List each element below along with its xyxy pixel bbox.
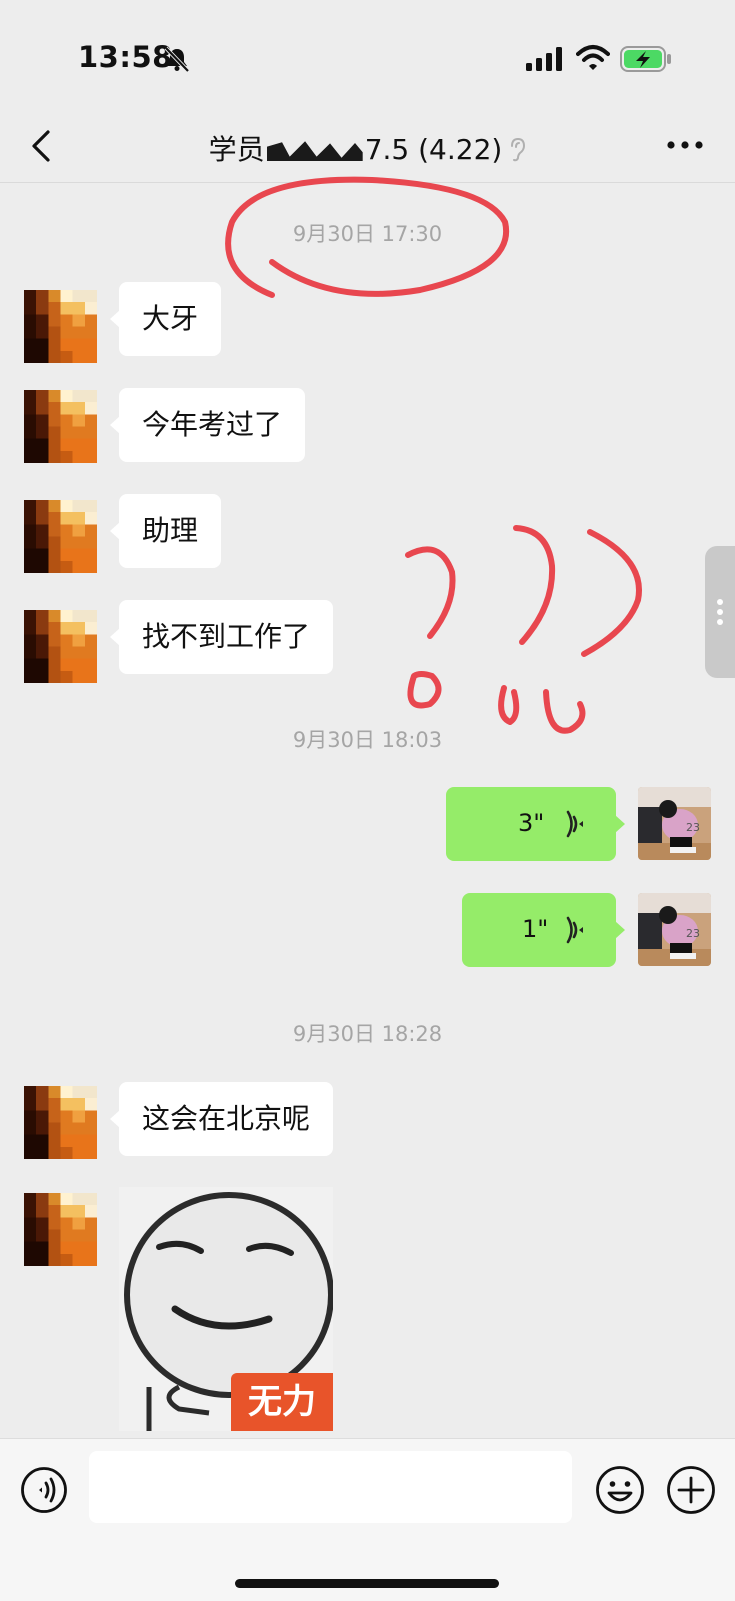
chat-timestamp: 9月30日 17:30 — [292, 222, 443, 246]
side-drawer-handle[interactable] — [705, 546, 735, 678]
handle-dot — [717, 619, 723, 625]
chat-title: 学员 7.5 (4.22) — [0, 128, 735, 168]
chat-title-suffix: 7.5 (4.22) — [364, 133, 503, 166]
chat-header: 学员 7.5 (4.22) — [0, 110, 735, 183]
my-avatar[interactable]: 23 — [638, 787, 711, 860]
contact-avatar[interactable] — [24, 610, 97, 683]
voice-wave-icon — [566, 916, 583, 944]
incoming-message[interactable]: 这会在北京呢 — [109, 1082, 334, 1156]
voice-icon[interactable] — [20, 1466, 68, 1514]
handle-dot — [717, 609, 723, 615]
emoji-icon[interactable] — [595, 1465, 645, 1515]
sticker-message[interactable]: 无力 — [119, 1187, 333, 1431]
voice-duration: 1" — [522, 915, 549, 943]
chat-timestamp: 9月30日 18:03 — [292, 728, 443, 752]
more-icon[interactable] — [665, 138, 705, 152]
contact-avatar[interactable] — [24, 500, 97, 573]
contact-avatar[interactable] — [24, 390, 97, 463]
message-input-bar — [0, 1438, 735, 1601]
wifi-icon — [576, 45, 610, 70]
home-indicator[interactable] — [235, 1579, 499, 1588]
sticker-caption: 无力 — [231, 1373, 333, 1431]
earpiece-icon — [511, 137, 526, 162]
chat-timestamp: 9月30日 18:28 — [292, 1022, 443, 1046]
contact-avatar[interactable] — [24, 1193, 97, 1266]
voice-message[interactable]: 3" — [446, 787, 625, 861]
incoming-message[interactable]: 今年考过了 — [109, 388, 306, 462]
status-bar: 13:58 — [0, 0, 735, 110]
battery-charging-icon — [620, 46, 671, 72]
redaction-mark — [266, 141, 363, 161]
cellular-signal-icon — [526, 47, 562, 71]
bell-muted-icon — [164, 46, 190, 72]
handle-dot — [717, 599, 723, 605]
status-time: 13:58 — [78, 40, 173, 74]
message-input[interactable] — [89, 1451, 572, 1523]
voice-duration: 3" — [518, 809, 545, 837]
contact-avatar[interactable] — [24, 1086, 97, 1159]
svg-text:23: 23 — [686, 821, 700, 834]
svg-text:23: 23 — [686, 927, 700, 940]
plus-icon[interactable] — [666, 1465, 716, 1515]
voice-message[interactable]: 1" — [462, 893, 625, 967]
incoming-message[interactable]: 助理 — [109, 494, 222, 568]
incoming-message[interactable]: 找不到工作了 — [109, 600, 334, 674]
voice-wave-icon — [566, 810, 583, 838]
chat-title-prefix: 学员 — [208, 133, 265, 166]
my-avatar[interactable]: 23 — [638, 893, 711, 966]
contact-avatar[interactable] — [24, 290, 97, 363]
incoming-message[interactable]: 大牙 — [109, 282, 222, 356]
